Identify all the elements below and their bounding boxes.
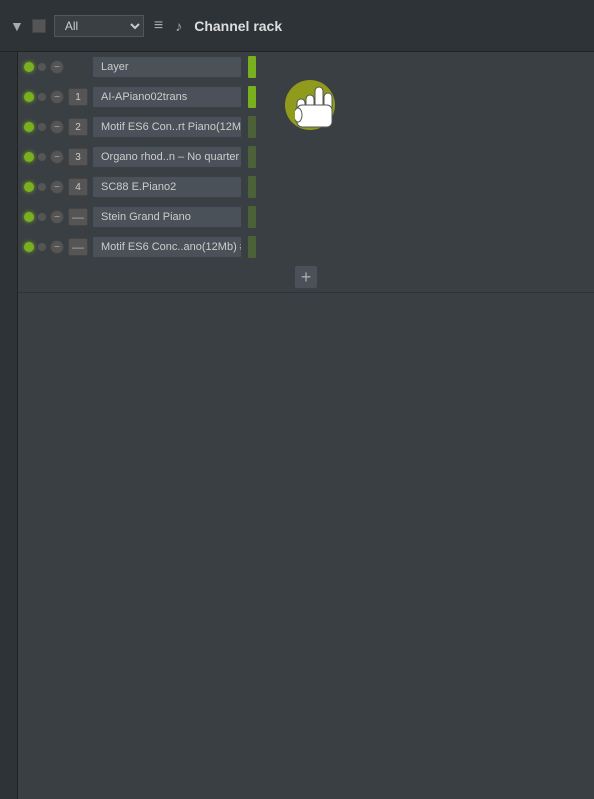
channel-led[interactable] [24,122,34,132]
channel-number[interactable]: 2 [68,118,88,136]
channel-row: − 2 Motif ES6 Con..rt Piano(12Mb) [18,112,594,142]
channel-strip[interactable] [248,176,256,198]
channel-led[interactable] [24,182,34,192]
channel-name-button[interactable]: Layer [92,56,242,78]
channel-name-button[interactable]: AI-APiano02trans [92,86,242,108]
channel-panel: − Layer − 1 AI-APiano02trans − 2 Motif E… [18,52,594,292]
channel-minus[interactable]: − [50,180,64,194]
channel-row: − Layer [18,52,594,82]
channel-led[interactable] [24,242,34,252]
add-channel-button[interactable]: + [294,265,318,289]
channel-number[interactable]: — [68,208,88,226]
channel-strip[interactable] [248,116,256,138]
channel-mute[interactable] [38,93,46,101]
add-channel-row[interactable]: + [18,262,594,292]
channel-number[interactable]: 3 [68,148,88,166]
channel-pattern-area [260,206,588,228]
channel-pattern-area [260,236,588,258]
channel-mute[interactable] [38,213,46,221]
channel-led[interactable] [24,92,34,102]
channel-strip[interactable] [248,56,256,78]
channel-strip[interactable] [248,206,256,228]
channel-mute[interactable] [38,183,46,191]
collapse-arrow[interactable]: ▼ [10,18,24,34]
channel-pattern-area [260,116,588,138]
channel-number[interactable]: 1 [68,88,88,106]
main-container: ▼ All ≡ ♪ Channel rack − Layer − 1 AI-AP… [0,0,594,799]
channel-pattern-area [260,86,588,108]
channel-mute[interactable] [38,243,46,251]
channel-strip[interactable] [248,86,256,108]
channel-mute[interactable] [38,63,46,71]
enable-checkbox[interactable] [32,19,46,33]
channel-led[interactable] [24,212,34,222]
filter-dropdown[interactable]: All [54,15,144,37]
menu-icon[interactable]: ≡ [154,17,163,35]
channel-minus[interactable]: − [50,240,64,254]
channel-row: − — Motif ES6 Conc..ano(12Mb) #2 [18,232,594,262]
channel-mute[interactable] [38,123,46,131]
channel-row: − 4 SC88 E.Piano2 [18,172,594,202]
speaker-icon[interactable]: ♪ [175,18,182,34]
channel-led[interactable] [24,152,34,162]
channel-minus[interactable]: − [50,150,64,164]
channel-row: − 3 Organo rhod..n – No quarter [18,142,594,172]
channel-number[interactable]: — [68,238,88,256]
channel-name-button[interactable]: Motif ES6 Conc..ano(12Mb) #2 [92,236,242,258]
channel-pattern-area [260,176,588,198]
channel-pattern-area [260,56,588,78]
title-bar: ▼ All ≡ ♪ Channel rack [0,0,594,52]
channel-minus[interactable]: − [50,210,64,224]
channel-minus[interactable]: − [50,120,64,134]
channel-name-button[interactable]: Organo rhod..n – No quarter [92,146,242,168]
channel-name-button[interactable]: SC88 E.Piano2 [92,176,242,198]
channel-led[interactable] [24,62,34,72]
panel-title: Channel rack [194,18,282,34]
left-sidebar [0,52,18,799]
bottom-empty-area [0,292,594,799]
channel-name-button[interactable]: Stein Grand Piano [92,206,242,228]
channel-minus[interactable]: − [50,90,64,104]
channel-name-button[interactable]: Motif ES6 Con..rt Piano(12Mb) [92,116,242,138]
channel-pattern-area [260,146,588,168]
channel-minus[interactable]: − [50,60,64,74]
channel-strip[interactable] [248,146,256,168]
channel-strip[interactable] [248,236,256,258]
channel-mute[interactable] [38,153,46,161]
channel-row: − 1 AI-APiano02trans [18,82,594,112]
channel-number[interactable]: 4 [68,178,88,196]
channel-row: − — Stein Grand Piano [18,202,594,232]
